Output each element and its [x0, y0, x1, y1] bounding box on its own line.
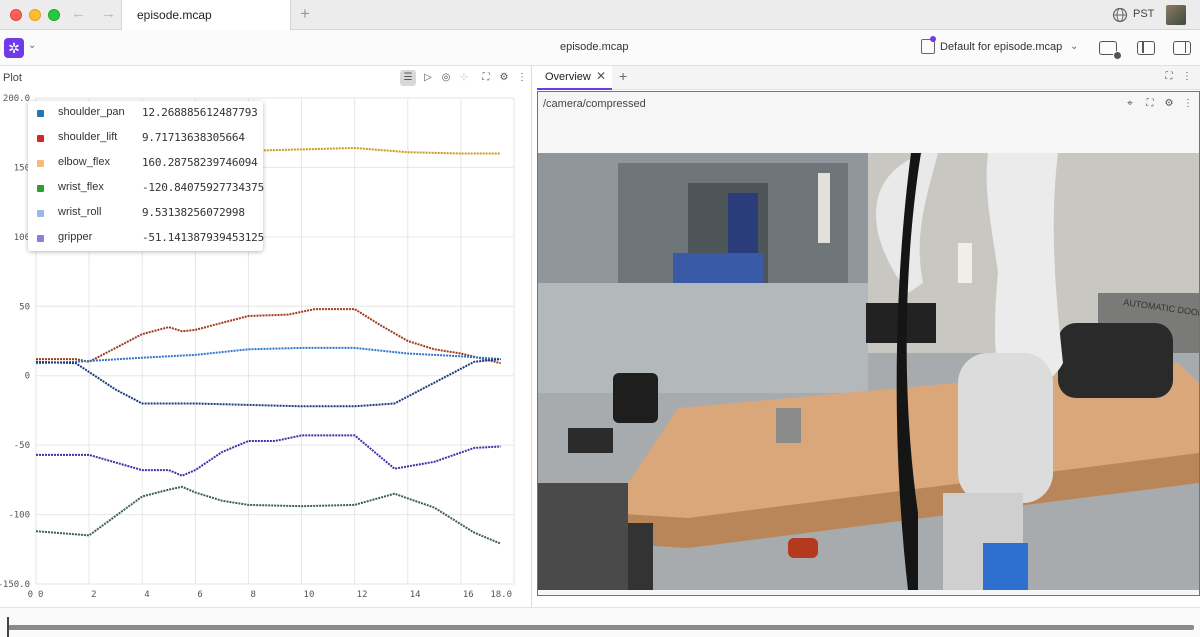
legend-swatch [37, 110, 44, 117]
more-options-icon[interactable]: ⋮ [514, 70, 530, 86]
legend-series-value: -120.84075927734375 [142, 181, 265, 194]
fullscreen-icon[interactable]: ⛶ [1143, 97, 1157, 111]
right-sidebar-icon[interactable] [1173, 41, 1191, 55]
plot-panel: Plot ☰ ▷ ◎ ⊹ ⛶ ⚙ ⋮ 200.0 150 100 50 0 -50 -100… [0, 66, 532, 607]
legend-series-name: shoulder_pan [58, 106, 125, 118]
window-titlebar: ← → episode.mcap + PST [0, 0, 1200, 30]
legend-row[interactable]: shoulder_pan 12.268885612487793 [28, 101, 263, 126]
y-tick-label: -100 [8, 511, 30, 521]
zoom-icon[interactable]: ◎ [438, 70, 454, 86]
x-tick-label: 12 [357, 590, 368, 600]
legend-swatch [37, 185, 44, 192]
more-options-icon[interactable]: ⋮ [1180, 70, 1194, 84]
forward-arrow-icon[interactable]: → [101, 5, 116, 22]
legend-row[interactable]: gripper -51.141387939453125 [28, 226, 265, 251]
overview-tabbar: Overview ✕ + ⛶ ⋮ [537, 66, 1200, 90]
legend-series-value: 9.53138256072998 [142, 206, 245, 219]
close-window-button[interactable] [10, 9, 22, 21]
overview-area: Overview ✕ + ⛶ ⋮ /camera/compressed ⌖ ⛶ … [537, 66, 1200, 607]
series-line[interactable] [35, 485, 502, 545]
legend-row[interactable]: shoulder_lift 9.71713638305664 [28, 126, 263, 151]
add-panel-icon[interactable] [1099, 41, 1122, 60]
user-avatar[interactable] [1166, 5, 1186, 25]
legend-series-value: 9.71713638305664 [142, 131, 245, 144]
legend-series-value: -51.141387939453125 [142, 231, 265, 244]
plot-panel-header: Plot ☰ ▷ ◎ ⊹ ⛶ ⚙ ⋮ [0, 66, 532, 90]
x-tick-label: 10 [304, 590, 315, 600]
legend-series-name: wrist_flex [58, 181, 104, 193]
topic-name[interactable]: /camera/compressed [543, 98, 646, 110]
y-tick-label: -150.0 [0, 580, 30, 590]
legend-row[interactable]: wrist_roll 9.53138256072998 [28, 201, 263, 226]
document-title: episode.mcap [560, 41, 629, 53]
app-logo-icon[interactable]: ✲ [4, 38, 24, 58]
image-panel: /camera/compressed ⌖ ⛶ ⚙ ⋮ AUTOMATIC DOO… [537, 91, 1200, 596]
legend-series-name: elbow_flex [58, 156, 110, 168]
layout-modified-dot [930, 36, 936, 42]
fullscreen-icon[interactable]: ⛶ [478, 70, 494, 86]
fullscreen-icon[interactable]: ⛶ [1162, 70, 1176, 84]
y-tick-label: -50 [14, 441, 30, 451]
legend-swatch [37, 210, 44, 217]
target-icon[interactable]: ⌖ [1123, 97, 1137, 111]
legend-series-name: shoulder_lift [58, 131, 118, 143]
y-tick-label: 0 [28, 590, 33, 600]
series-line[interactable] [36, 308, 501, 365]
legend-swatch [37, 160, 44, 167]
legend-swatch [37, 135, 44, 142]
tab-overview-label: Overview [545, 71, 591, 83]
legend-swatch [37, 235, 44, 242]
series-line[interactable] [36, 434, 501, 477]
cursor-icon[interactable]: ▷ [420, 70, 436, 86]
tab-episode[interactable]: episode.mcap [121, 0, 291, 30]
legend-row[interactable]: wrist_flex -120.84075927734375 [28, 176, 265, 201]
pan-icon[interactable]: ⊹ [456, 70, 472, 86]
x-tick-label: 4 [144, 590, 149, 600]
legend-toggle-icon[interactable]: ☰ [400, 70, 416, 86]
y-tick-label: 50 [19, 302, 30, 312]
app-window: ← → episode.mcap + PST ✲ ⌄ episode.mcap … [0, 0, 1200, 637]
zoom-window-button[interactable] [48, 9, 60, 21]
gear-icon[interactable]: ⚙ [496, 70, 512, 86]
close-icon[interactable]: ✕ [596, 69, 606, 83]
chevron-down-icon: ⌄ [1070, 41, 1079, 52]
x-tick-label: 6 [197, 590, 202, 600]
timezone-label[interactable]: PST [1133, 8, 1154, 20]
timeline-track[interactable] [8, 625, 1194, 630]
panel-title: Plot [3, 72, 22, 84]
legend-popup: shoulder_pan 12.268885612487793 shoulder… [28, 101, 265, 251]
legend-row[interactable]: elbow_flex 160.28758239746094 [28, 151, 263, 176]
x-tick-label: 14 [410, 590, 421, 600]
x-tick-label: 2 [91, 590, 96, 600]
legend-series-value: 12.268885612487793 [142, 106, 258, 119]
gear-icon[interactable]: ⚙ [1162, 97, 1176, 111]
y-tick-label: 200.0 [3, 94, 30, 104]
x-tick-label: 18.0 [490, 590, 512, 600]
more-options-icon[interactable]: ⋮ [1181, 97, 1195, 111]
back-arrow-icon[interactable]: ← [71, 5, 86, 22]
globe-icon[interactable] [1112, 7, 1128, 23]
y-tick-label: 0 [25, 372, 30, 382]
new-tab-button[interactable]: + [300, 4, 310, 24]
app-toolbar: ✲ ⌄ episode.mcap Default for episode.mca… [0, 30, 1200, 66]
legend-series-name: gripper [58, 231, 93, 243]
tab-label: episode.mcap [137, 8, 212, 22]
minimize-window-button[interactable] [29, 9, 41, 21]
left-sidebar-icon[interactable] [1137, 41, 1155, 55]
series-line[interactable] [35, 358, 501, 408]
tab-overview[interactable]: Overview ✕ [537, 66, 612, 90]
playhead-marker[interactable] [7, 617, 9, 637]
legend-series-name: wrist_roll [58, 206, 102, 218]
x-tick-label: 0 [38, 590, 43, 600]
image-panel-header: /camera/compressed ⌖ ⛶ ⚙ ⋮ [538, 92, 1199, 114]
legend-series-value: 160.28758239746094 [142, 156, 258, 169]
x-tick-label: 16 [463, 590, 474, 600]
playback-timeline [0, 607, 1200, 637]
series-line[interactable] [35, 346, 501, 365]
app-menu-chevron-icon[interactable]: ⌄ [28, 40, 36, 51]
layout-label: Default for episode.mcap [940, 41, 1063, 53]
add-tab-button[interactable]: + [619, 68, 627, 84]
camera-image[interactable]: AUTOMATIC DOOR [538, 153, 1199, 590]
x-tick-label: 8 [250, 590, 255, 600]
